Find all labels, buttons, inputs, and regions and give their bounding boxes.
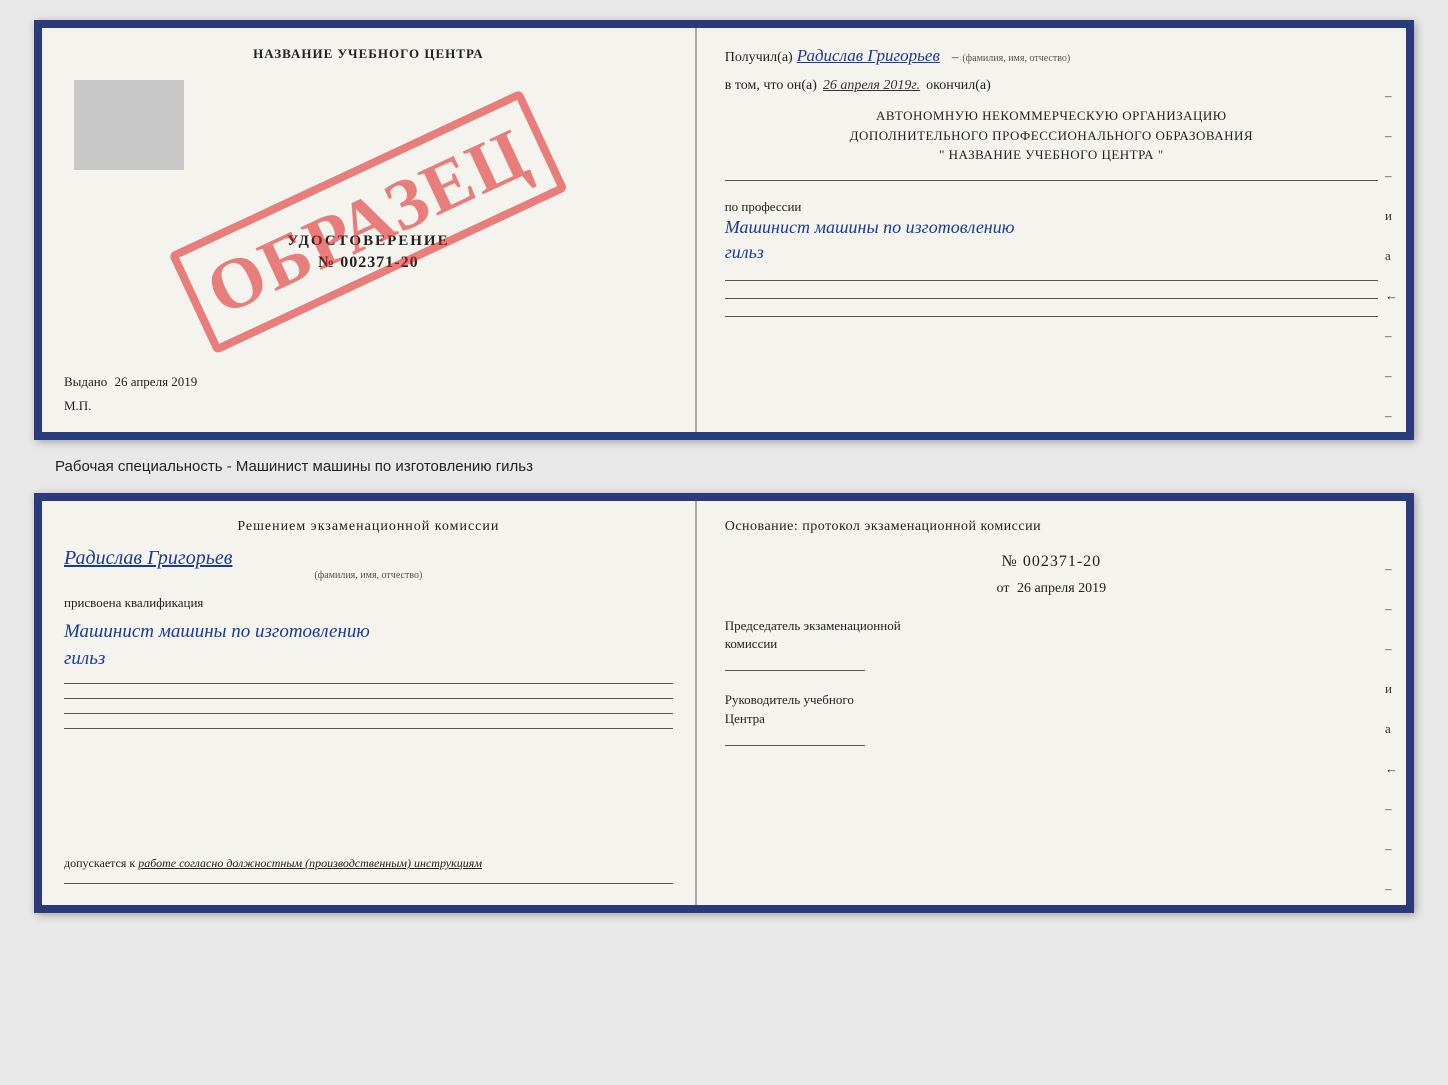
mp-label: М.П. xyxy=(64,398,673,414)
right-dashes-bottom: – – – и а ← – – – xyxy=(1385,561,1398,897)
profession-block: по профессии Машинист машины по изготовл… xyxy=(725,199,1378,265)
okonchil-label: окончил(а) xyxy=(926,78,991,94)
vtom-row: в том, что он(а) 26 апреля 2019г. окончи… xyxy=(725,78,1378,94)
vydano-date: 26 апреля 2019 xyxy=(115,374,198,389)
poluchil-prefix: Получил(а) xyxy=(725,50,793,66)
protocol-number: № 002371-20 xyxy=(725,553,1378,571)
rukovoditel-sig-line xyxy=(725,744,865,746)
org-block: АВТОНОМНУЮ НЕКОММЕРЧЕСКУЮ ОРГАНИЗАЦИЮ ДО… xyxy=(725,106,1378,165)
rukovoditel-line1: Руководитель учебного xyxy=(725,691,1378,709)
kvalif-underline2 xyxy=(64,698,673,699)
bottom-cert-left: Решением экзаменационной комиссии Радисл… xyxy=(42,501,697,905)
bottom-person-name: Радислав Григорьев xyxy=(64,547,673,570)
rabota-text: работе согласно должностным (производств… xyxy=(138,856,482,870)
obrazets-watermark: ОБРАЗЕЦ xyxy=(169,90,568,355)
dopusk-underline xyxy=(64,883,673,884)
osnovanie-text: Основание: протокол экзаменационной коми… xyxy=(725,519,1378,535)
completion-date: 26 апреля 2019г. xyxy=(823,78,920,94)
resheniem-text: Решением экзаменационной комиссии xyxy=(64,519,673,535)
prof-underline xyxy=(725,279,1378,281)
org-underline xyxy=(725,179,1378,181)
kvalif-underline3 xyxy=(64,713,673,714)
top-cert-left: НАЗВАНИЕ УЧЕБНОГО ЦЕНТРА УДОСТОВЕРЕНИЕ №… xyxy=(42,28,697,432)
dopuskaetsya-prefix: допускается к xyxy=(64,856,135,870)
profession-name: Машинист машины по изготовлению гильз xyxy=(725,215,1378,265)
stamp-area: УДОСТОВЕРЕНИЕ № 002371-20 ОБРАЗЕЦ xyxy=(64,70,673,374)
top-cert-right: Получил(а) Радислав Григорьев – (фамилия… xyxy=(697,28,1406,432)
poluchil-row: Получил(а) Радислав Григорьев – (фамилия… xyxy=(725,46,1378,66)
prisvoena-text: присвоена квалификация xyxy=(64,595,673,611)
bottom-fio-sub: (фамилия, имя, отчество) xyxy=(64,570,673,581)
po-prof-label: по профессии xyxy=(725,199,1378,215)
ot-prefix: от xyxy=(997,581,1010,596)
middle-specialty-label: Рабочая специальность - Машинист машины … xyxy=(55,458,533,475)
prof-underline3 xyxy=(725,315,1378,317)
predsedatel-sig-line xyxy=(725,669,865,671)
photo-placeholder xyxy=(74,80,184,170)
org-line2: ДОПОЛНИТЕЛЬНОГО ПРОФЕССИОНАЛЬНОГО ОБРАЗО… xyxy=(725,126,1378,146)
top-certificate: НАЗВАНИЕ УЧЕБНОГО ЦЕНТРА УДОСТОВЕРЕНИЕ №… xyxy=(34,20,1414,440)
right-dashes: – – – и а ← – – – xyxy=(1385,88,1398,424)
dash-separator: – xyxy=(952,49,959,65)
dopuskaetsya-block: допускается к работе согласно должностны… xyxy=(64,854,673,872)
predsedatel-line2: комиссии xyxy=(725,635,1378,653)
protocol-date: 26 апреля 2019 xyxy=(1017,581,1106,596)
kvalif-underline1 xyxy=(64,683,673,684)
prof-underline2 xyxy=(725,297,1378,299)
predsedatel-block: Председатель экзаменационной комиссии xyxy=(725,617,1378,671)
top-cert-title: НАЗВАНИЕ УЧЕБНОГО ЦЕНТРА xyxy=(64,46,673,62)
udostoverenie-label: УДОСТОВЕРЕНИЕ xyxy=(287,233,450,250)
vtom-prefix: в том, что он(а) xyxy=(725,78,817,94)
bottom-person-name-block: Радислав Григорьев (фамилия, имя, отчест… xyxy=(64,543,673,581)
bottom-certificate: Решением экзаменационной комиссии Радисл… xyxy=(34,493,1414,913)
recipient-name: Радислав Григорьев xyxy=(797,46,940,66)
kvalif-underline4 xyxy=(64,728,673,729)
vydano-row: Выдано 26 апреля 2019 xyxy=(64,374,673,394)
cert-number: № 002371-20 xyxy=(318,254,418,272)
vydano-label: Выдано xyxy=(64,374,107,389)
predsedatel-line1: Председатель экзаменационной xyxy=(725,617,1378,635)
rukovoditel-line2: Центра xyxy=(725,710,1378,728)
ot-date-row: от 26 апреля 2019 xyxy=(725,581,1378,597)
rukovoditel-block: Руководитель учебного Центра xyxy=(725,691,1378,745)
fio-small-label: (фамилия, имя, отчество) xyxy=(962,53,1070,64)
org-line3: " НАЗВАНИЕ УЧЕБНОГО ЦЕНТРА " xyxy=(725,145,1378,165)
org-line1: АВТОНОМНУЮ НЕКОММЕРЧЕСКУЮ ОРГАНИЗАЦИЮ xyxy=(725,106,1378,126)
bottom-cert-right: Основание: протокол экзаменационной коми… xyxy=(697,501,1406,905)
qualification-name: Машинист машины по изготовлению гильз xyxy=(64,619,673,672)
